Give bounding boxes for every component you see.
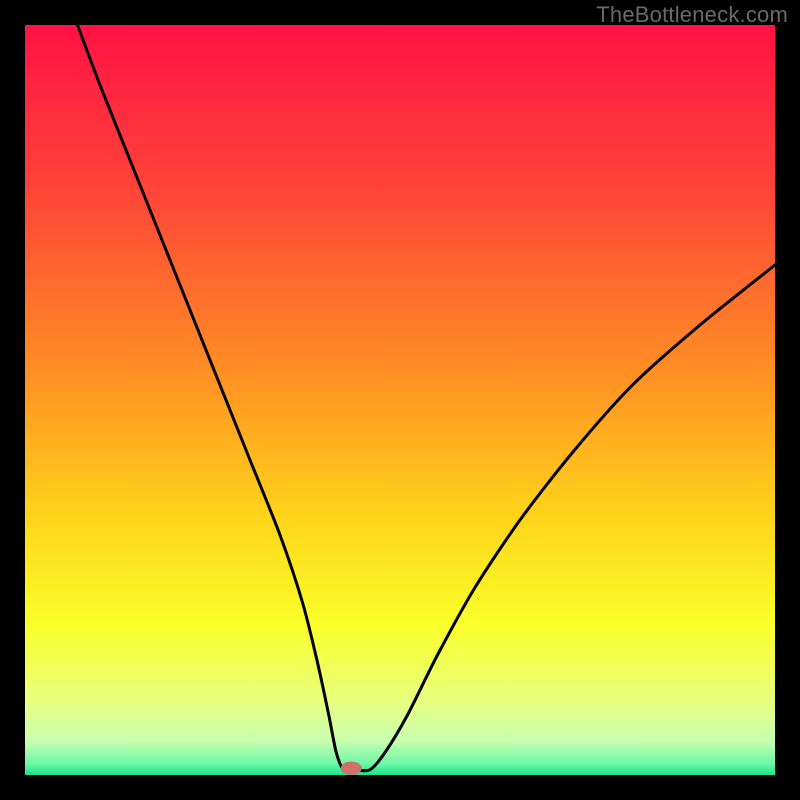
optimum-marker xyxy=(341,762,362,776)
chart-svg xyxy=(25,25,775,775)
plot-area xyxy=(25,25,775,775)
gradient-background xyxy=(25,25,775,775)
outer-frame: TheBottleneck.com xyxy=(0,0,800,800)
